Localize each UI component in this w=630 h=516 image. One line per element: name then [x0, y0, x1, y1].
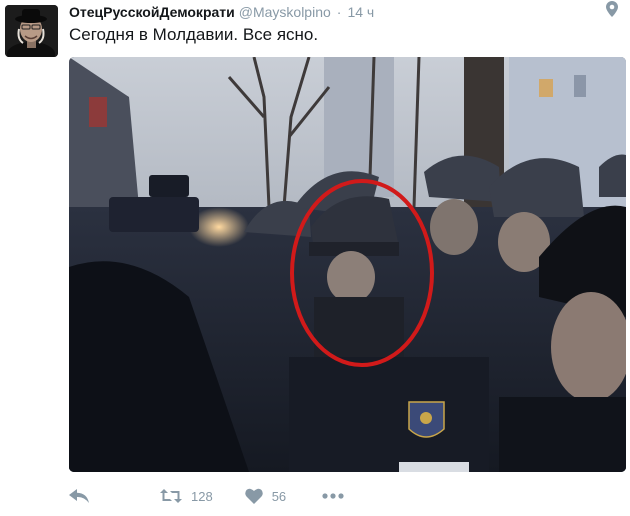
more-icon [322, 493, 344, 499]
tweet-photo[interactable] [69, 57, 626, 472]
separator-dot: · [336, 4, 342, 20]
retweet-count: 128 [191, 488, 213, 504]
retweet-icon [160, 489, 182, 503]
reply-button[interactable] [69, 489, 91, 503]
retweet-button[interactable]: 128 [160, 489, 213, 504]
reply-icon [69, 489, 89, 503]
location-pin-icon[interactable] [606, 1, 618, 17]
author-name[interactable]: ОтецРусскойДемократи [69, 4, 235, 20]
avatar[interactable] [5, 5, 58, 57]
heart-icon [244, 488, 263, 504]
like-count: 56 [271, 488, 287, 504]
tweet-text: Сегодня в Молдавии. Все ясно. [69, 25, 319, 44]
like-button[interactable]: 56 [244, 488, 287, 504]
author-handle[interactable]: @Mayskolpino [239, 4, 331, 20]
more-button[interactable] [322, 493, 344, 499]
tweet-actions: 128 56 [69, 484, 630, 508]
timestamp[interactable]: 14 ч [347, 4, 374, 20]
tweet-header: ОтецРусскойДемократи @Mayskolpino · 14 ч [69, 4, 590, 22]
